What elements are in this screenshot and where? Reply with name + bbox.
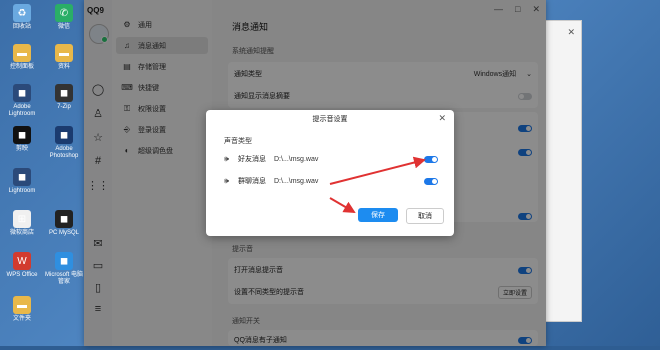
desktop-icon-label: 微信 xyxy=(57,24,70,30)
desktop-icon-label: 控制面板 xyxy=(9,64,34,70)
recycle-icon: ♻ xyxy=(13,4,31,22)
desktop-icon[interactable]: ◼ Adobe Photoshop xyxy=(44,126,84,160)
close-icon[interactable]: ✕ xyxy=(567,27,575,38)
folder-icon: ▬ xyxy=(13,44,31,62)
desktop-icons: ♻ 回收站 ✆ 微信 ▬ 控制面板 ▬ 资料 ◼ Adobe Lightroom ◼ 7-Zip ◼ 剪映… xyxy=(0,0,84,346)
desktop-icon[interactable]: ◼ Lightroom xyxy=(2,168,42,195)
cancel-button[interactable]: 取消 xyxy=(406,208,444,224)
sound-file-path[interactable]: D:\...\msg.wav xyxy=(274,156,424,163)
save-button[interactable]: 保存 xyxy=(358,208,398,222)
app-icon: ◼ xyxy=(55,252,73,270)
desktop-icon[interactable]: W WPS Office xyxy=(2,252,42,279)
desktop-icon[interactable]: ◼ 剪映 xyxy=(2,126,42,153)
desktop-icon-label: Adobe Lightroom xyxy=(8,104,36,117)
section-label: 声音类型 xyxy=(224,138,252,145)
desktop-icon-label: Adobe Photoshop xyxy=(49,146,79,159)
desktop-icon[interactable]: ◼ PC MySQL xyxy=(44,210,84,237)
desktop-icon-label: 回收站 xyxy=(12,24,31,30)
folder-icon: ▬ xyxy=(13,296,31,314)
desktop-icon[interactable]: ♻ 回收站 xyxy=(2,4,42,31)
desktop-icon[interactable]: ◼ Adobe Lightroom xyxy=(2,84,42,118)
desktop-icon-label: Lightroom xyxy=(8,188,36,194)
desktop-icon[interactable]: ▬ 文件夹 xyxy=(2,296,42,323)
friend-message-row: 🕪 好友消息 D:\...\msg.wav xyxy=(224,152,438,166)
wechat-icon: ✆ xyxy=(55,4,73,22)
desktop-icon[interactable]: ▬ 控制面板 xyxy=(2,44,42,71)
desktop-icon[interactable]: ▬ 资料 xyxy=(44,44,84,71)
wps-icon: W xyxy=(13,252,31,270)
background-window[interactable]: ✕ xyxy=(540,20,582,322)
dialog-title: 提示音设置 xyxy=(312,116,348,123)
desktop-icon-label: Microsoft 电脑管家 xyxy=(44,272,83,285)
close-icon[interactable]: ✕ xyxy=(438,113,446,124)
speaker-icon[interactable]: 🕪 xyxy=(224,154,234,164)
desktop-icon-label: 剪映 xyxy=(15,146,28,152)
sound-settings-dialog: 提示音设置 ✕ 声音类型 🕪 好友消息 D:\...\msg.wav 🕪 群聊消… xyxy=(206,110,454,236)
desktop-icon-label: 资料 xyxy=(57,64,70,70)
app-icon: ◼ xyxy=(13,84,31,102)
desktop-icon-label: WPS Office xyxy=(6,272,38,278)
sound-file-path[interactable]: D:\...\msg.wav xyxy=(274,178,424,185)
app-icon: ◼ xyxy=(55,210,73,228)
speaker-icon[interactable]: 🕪 xyxy=(224,176,234,186)
group-message-row: 🕪 群聊消息 D:\...\msg.wav xyxy=(224,174,438,188)
sound-type-label: 群聊消息 xyxy=(238,178,266,185)
store-icon: ⊞ xyxy=(13,210,31,228)
app-icon: ◼ xyxy=(55,84,73,102)
sound-type-label: 好友消息 xyxy=(238,156,266,163)
desktop-icon[interactable]: ⊞ 微软商店 xyxy=(2,210,42,237)
desktop-icon-label: 7-Zip xyxy=(57,104,71,110)
app-icon: ◼ xyxy=(13,168,31,186)
folder-icon: ▬ xyxy=(55,44,73,62)
desktop-icon[interactable]: ◼ 7-Zip xyxy=(44,84,84,111)
app-icon: ◼ xyxy=(13,126,31,144)
desktop-icon-label: 文件夹 xyxy=(12,316,31,322)
desktop-icon[interactable]: ✆ 微信 xyxy=(44,4,84,31)
group-message-toggle[interactable] xyxy=(424,177,438,185)
friend-message-toggle[interactable] xyxy=(424,155,438,163)
app-icon: ◼ xyxy=(55,126,73,144)
desktop-icon-label: PC MySQL xyxy=(48,230,79,236)
desktop-icon-label: 微软商店 xyxy=(9,230,34,236)
desktop-icon[interactable]: ◼ Microsoft 电脑管家 xyxy=(44,252,84,286)
